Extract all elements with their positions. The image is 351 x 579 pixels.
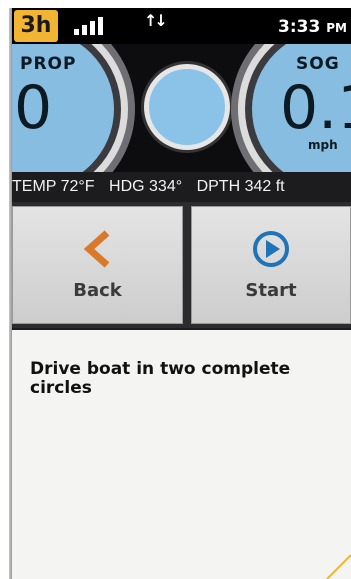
- device-screen: 3h ↑↓ 3:33 PM PROP 0 SOG 0.1 mph TEMP 72…: [12, 8, 351, 579]
- play-icon: [253, 231, 289, 267]
- prop-gauge: PROP 0: [12, 44, 114, 172]
- sog-value: 0.1: [280, 73, 351, 143]
- info-strip: TEMP 72°F HDG 334° DPTH 342 ft: [12, 172, 351, 202]
- sog-gauge: SOG 0.1 mph: [252, 44, 351, 172]
- sog-label: SOG: [296, 54, 340, 74]
- clock-time: 3:33: [278, 17, 321, 37]
- clock-ampm: PM: [326, 21, 347, 35]
- depth-readout: DPTH 342 ft: [196, 178, 285, 195]
- gauge-panel: PROP 0 SOG 0.1 mph: [12, 44, 351, 172]
- temperature-readout: TEMP 72°F: [12, 178, 95, 195]
- instruction-panel: Drive boat in two complete circles: [12, 330, 351, 579]
- start-button[interactable]: Start: [191, 206, 351, 324]
- button-row: Back Start: [12, 202, 351, 328]
- back-label: Back: [73, 280, 122, 301]
- time-badge: 3h: [14, 10, 58, 42]
- clock: 3:33 PM: [278, 17, 347, 37]
- start-label: Start: [245, 280, 297, 301]
- back-button[interactable]: Back: [12, 206, 183, 324]
- center-knob[interactable]: [144, 64, 230, 150]
- prop-label: PROP: [20, 54, 77, 74]
- data-transfer-icon: ↑↓: [144, 11, 168, 30]
- sog-unit: mph: [308, 138, 338, 152]
- back-arrow-icon: [83, 230, 109, 268]
- corner-accent-icon: [326, 554, 351, 579]
- status-bar: 3h ↑↓ 3:33 PM: [12, 8, 351, 44]
- instruction-text: Drive boat in two complete circles: [30, 359, 291, 398]
- heading-readout: HDG 334°: [109, 178, 183, 195]
- prop-value: 0: [14, 73, 53, 143]
